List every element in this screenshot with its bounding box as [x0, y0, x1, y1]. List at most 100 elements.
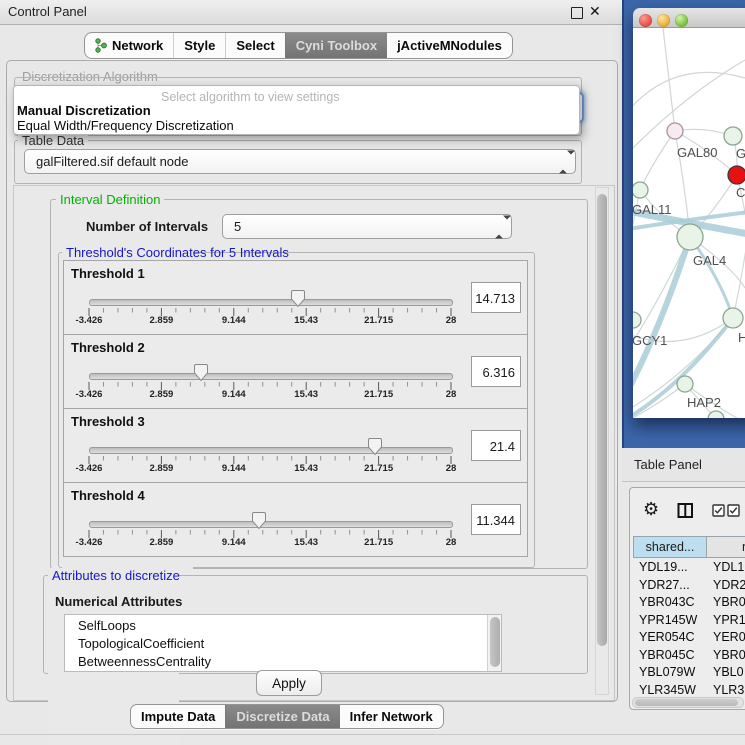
table-row[interactable]: YLR345WYLR3	[633, 682, 745, 695]
slider-thumb[interactable]	[251, 511, 267, 530]
tab-label: jActiveMNodules	[397, 38, 502, 53]
table-row[interactable]: YER054CYER0	[633, 629, 745, 647]
threshold-value-field[interactable]: 6.316	[471, 356, 521, 387]
threshold-panels: Threshold 1 -3.426 2.859 9.144 15.43 21.715 28…	[63, 260, 528, 557]
tab-style[interactable]: Style	[173, 33, 225, 58]
tab-jactivemnodules[interactable]: jActiveMNodules	[387, 33, 512, 58]
attribute-list-item[interactable]: BetweennessCentrality	[78, 654, 211, 669]
network-edge	[663, 28, 675, 131]
checkbox-icon[interactable]	[727, 504, 740, 517]
network-node-label: GAL11	[633, 202, 672, 217]
vertical-scrollbar-thumb[interactable]	[597, 194, 607, 646]
zoom-traffic-light-icon[interactable]	[675, 14, 688, 27]
table-row[interactable]: YBR043CYBR0	[633, 594, 745, 612]
slider-thumb[interactable]	[290, 289, 306, 308]
slider-ticks	[88, 308, 452, 317]
bottom-tab-discretize-data[interactable]: Discretize Data	[225, 705, 339, 728]
float-window-icon[interactable]	[571, 7, 583, 19]
slider-thumb[interactable]	[193, 363, 209, 382]
slider-track[interactable]	[89, 521, 453, 528]
network-graph: GAL80GACGAL11GAL4GCY1HHAP2	[633, 28, 745, 418]
list-scrollbar-thumb[interactable]	[490, 617, 500, 667]
threshold-value-field[interactable]: 11.344	[471, 504, 521, 535]
tick-label: 2.859	[150, 537, 174, 548]
network-edge-thick	[633, 237, 690, 396]
table-column-header-shared[interactable]: shared...	[633, 536, 707, 558]
threshold-label: Threshold 2	[71, 340, 145, 355]
network-node-hap2[interactable]	[677, 376, 693, 392]
numerical-attributes-list[interactable]: SelfLoops TopologicalCoefficient Betweenne…	[64, 614, 502, 672]
tick-label: -3.426	[76, 315, 103, 326]
cell-name: YBR0	[713, 648, 745, 662]
table-row[interactable]: YPR145WYPR1	[633, 612, 745, 630]
dropdown-option-manual[interactable]: Manual Discretization	[17, 103, 151, 118]
number-of-intervals-combobox[interactable]: 5	[222, 214, 512, 239]
network-node-gal11[interactable]	[633, 182, 648, 198]
bottom-tab-label: Impute Data	[141, 709, 215, 724]
network-canvas[interactable]: GAL80GACGAL11GAL4GCY1HHAP2	[633, 28, 745, 418]
close-traffic-light-icon[interactable]	[639, 14, 652, 27]
tick-label: 15.43	[294, 315, 318, 326]
tick-label: 2.859	[150, 315, 174, 326]
table-data-combobox[interactable]: galFiltered.sif default node	[24, 149, 576, 174]
table-column-header-name[interactable]: na	[706, 536, 745, 558]
network-node-h[interactable]	[723, 308, 743, 328]
vertical-scrollbar[interactable]	[595, 187, 609, 695]
network-edge-thick	[690, 237, 733, 318]
tab-label: Select	[236, 38, 274, 53]
cell-shared-name: YER054C	[639, 630, 695, 644]
network-icon	[95, 38, 107, 53]
apply-button[interactable]: Apply	[256, 670, 322, 696]
dropdown-option-equal-width[interactable]: Equal Width/Frequency Discretization	[17, 118, 234, 133]
network-node-gal4[interactable]	[677, 224, 703, 250]
slider-track[interactable]	[89, 299, 453, 306]
slider-thumb[interactable]	[367, 437, 383, 456]
cell-name: YBL0	[713, 665, 744, 679]
table-row[interactable]: YBL079WYBL0	[633, 664, 745, 682]
tick-label: 9.144	[222, 537, 246, 548]
horizontal-scrollbar-thumb[interactable]	[635, 699, 738, 706]
number-of-intervals-label: Number of Intervals	[86, 219, 208, 234]
tick-label: 9.144	[222, 389, 246, 400]
attribute-list-item[interactable]: SelfLoops	[78, 618, 136, 633]
network-node-gal80[interactable]	[667, 123, 683, 139]
tab-cyni-toolbox[interactable]: Cyni Toolbox	[285, 33, 387, 58]
list-scrollbar[interactable]	[487, 615, 501, 671]
network-node-gcy1[interactable]	[633, 312, 641, 328]
table-data-group-title: Table Data	[18, 133, 88, 148]
minimize-traffic-light-icon[interactable]	[657, 14, 670, 27]
tick-label: 9.144	[222, 315, 246, 326]
tab-select[interactable]: Select	[225, 33, 284, 58]
attribute-list-item[interactable]: TopologicalCoefficient	[78, 636, 204, 651]
threshold-panel-3: Threshold 3-3.4262.8599.14415.4321.71528…	[63, 408, 528, 483]
table-row[interactable]: YBR045CYBR0	[633, 647, 745, 665]
cell-shared-name: YPR145W	[639, 613, 697, 627]
tick-label: -3.426	[76, 389, 103, 400]
top-tab-bar: NetworkStyle Select Cyni Toolbox jActiveMNo…	[84, 32, 513, 59]
threshold-value-field[interactable]: 21.4	[471, 430, 521, 461]
horizontal-scrollbar[interactable]	[632, 697, 744, 708]
bottom-tab-label: Infer Network	[350, 709, 433, 724]
tick-label: 28	[446, 537, 457, 548]
network-node-c[interactable]	[728, 166, 745, 184]
tick-label: 21.715	[364, 537, 393, 548]
gear-icon[interactable]: ⚙	[643, 500, 659, 518]
table-row[interactable]: YDR27...YDR2	[633, 577, 745, 595]
tab-network[interactable]: Network	[85, 33, 173, 58]
number-of-intervals-value: 5	[234, 219, 241, 234]
bottom-tab-infer-network[interactable]: Infer Network	[340, 705, 443, 728]
threshold-value-field[interactable]: 14.713	[471, 282, 521, 313]
slider-track[interactable]	[89, 373, 453, 380]
column-layout-icon[interactable]	[677, 502, 694, 519]
threshold-panel-2: Threshold 2-3.4262.8599.14415.4321.71528…	[63, 334, 528, 409]
tab-label: Cyni Toolbox	[296, 38, 377, 53]
table-row[interactable]: YDL19...YDL1	[633, 559, 745, 577]
tick-label: 9.144	[222, 463, 246, 474]
close-icon[interactable]: ✕	[589, 3, 601, 20]
threshold-label: Threshold 1	[71, 266, 145, 281]
network-window-titlebar[interactable]	[633, 8, 745, 28]
checkbox-icon[interactable]	[712, 504, 725, 517]
network-node-ga[interactable]	[724, 127, 742, 145]
slider-track[interactable]	[89, 447, 453, 454]
bottom-tab-impute-data[interactable]: Impute Data	[131, 705, 225, 728]
